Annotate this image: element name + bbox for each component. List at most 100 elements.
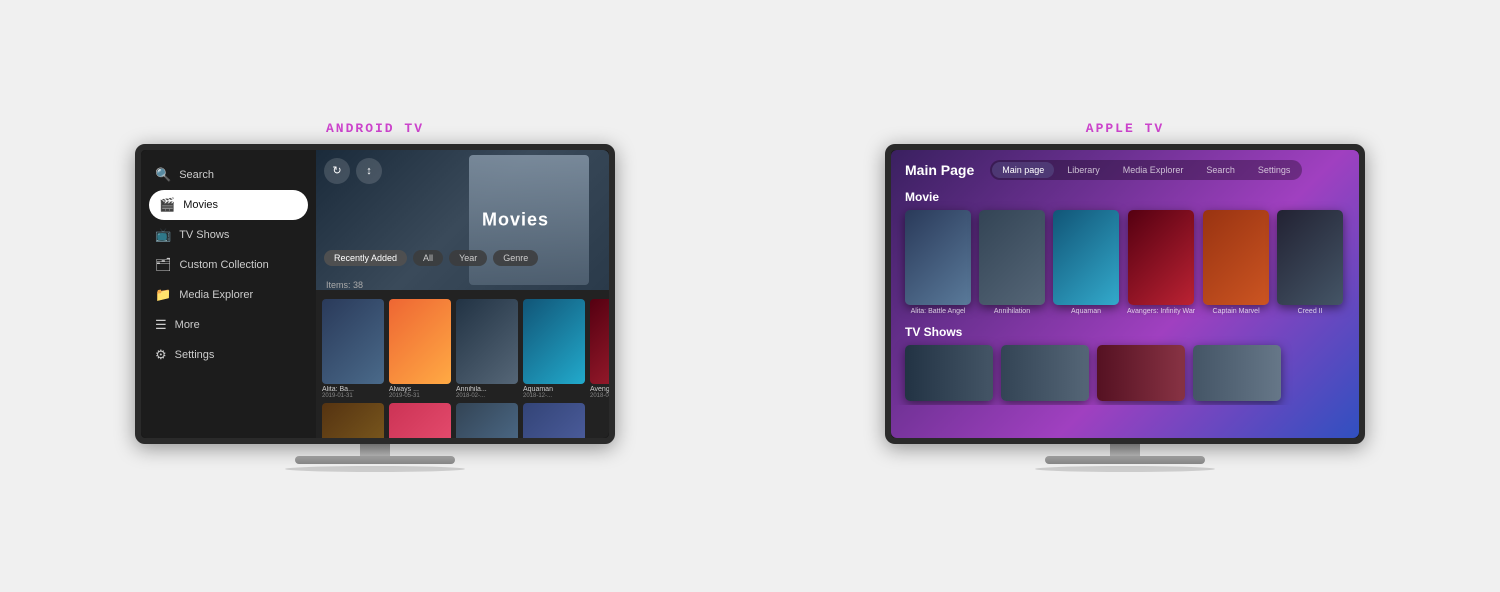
filter-all[interactable]: All — [413, 250, 443, 266]
ap-poster-avengers — [1128, 210, 1194, 305]
poster-alita — [322, 299, 384, 384]
sidebar-search-label: Search — [179, 169, 214, 181]
tv-base-apple — [1045, 456, 1205, 464]
poster-avengers — [590, 299, 609, 384]
movie-card-always[interactable]: Always ... 2019-05-31 — [389, 299, 451, 399]
movie-card-dumbo[interactable]: Dumbo — [523, 403, 585, 438]
ap-tvshow-2[interactable] — [1001, 345, 1089, 401]
android-screen: 🔍 Search 🎬 Movies 📺 TV Shows 🗂 Custom Co… — [141, 150, 609, 438]
ap-poster-aquaman — [1053, 210, 1119, 305]
android-hero: ↻ ↕ Movies Recently Added All Year Genre — [316, 150, 609, 290]
poster-a2 — [456, 403, 518, 438]
card-title-always: Always ... — [389, 386, 451, 393]
sidebar-movies-label: Movies — [183, 199, 218, 211]
nav-library[interactable]: Liberary — [1057, 162, 1110, 178]
android-filters: Recently Added All Year Genre — [324, 250, 538, 266]
android-sidebar: 🔍 Search 🎬 Movies 📺 TV Shows 🗂 Custom Co… — [141, 150, 316, 438]
sidebar-item-tvshows[interactable]: 📺 TV Shows — [141, 220, 316, 250]
sidebar-item-more[interactable]: ☰ More — [141, 310, 316, 340]
card-title-avengers: Avenger... — [590, 386, 609, 393]
nav-settings[interactable]: Settings — [1248, 162, 1301, 178]
apple-movie-aquaman[interactable]: Aquaman — [1053, 210, 1119, 315]
apple-tv-section: APPLE TV Main Page Main page Liberary Me… — [885, 121, 1365, 472]
refresh-button[interactable]: ↻ — [324, 158, 350, 184]
apple-movie-annihil[interactable]: Annihilation — [979, 210, 1045, 315]
movie-card-candy[interactable]: Candy — [389, 403, 451, 438]
movies-icon: 🎬 — [159, 197, 175, 213]
nav-main-page[interactable]: Main page — [992, 162, 1054, 178]
card-title-alita: Alita: Ba... — [322, 386, 384, 393]
poster-dumbo — [523, 403, 585, 438]
tv-base — [295, 456, 455, 464]
settings-icon: ⚙ — [155, 347, 167, 363]
sidebar-item-settings[interactable]: ⚙ Settings — [141, 340, 316, 370]
sidebar-more-label: More — [175, 319, 200, 331]
explorer-icon: 📁 — [155, 287, 171, 303]
apple-tvshows-row — [905, 345, 1345, 401]
ap-poster-creed — [1277, 210, 1343, 305]
ap-name-captain: Captain Marvel — [1213, 308, 1260, 315]
sidebar-explorer-label: Media Explorer — [179, 289, 253, 301]
hero-icons: ↻ ↕ — [324, 158, 382, 184]
sort-button[interactable]: ↕ — [356, 158, 382, 184]
android-tv-section: ANDROID TV 🔍 Search 🎬 Movies 📺 TV Shows — [135, 121, 615, 472]
sidebar-tvshows-label: TV Shows — [179, 229, 229, 241]
card-date-annihil: 2018-02-... — [456, 393, 518, 399]
apple-movie-avengers[interactable]: Avangers: Infinity War — [1127, 210, 1195, 315]
movie-card-aquaman[interactable]: Aquaman 2018-12-... — [523, 299, 585, 399]
ap-name-alita: Alita: Battle Angel — [911, 308, 966, 315]
sidebar-settings-label: Settings — [175, 349, 215, 361]
ap-poster-alita — [905, 210, 971, 305]
ap-name-aquaman: Aquaman — [1071, 308, 1101, 315]
apple-movie-creed[interactable]: Creed II — [1277, 210, 1343, 315]
tv-neck-apple — [1110, 444, 1140, 456]
sidebar-item-search[interactable]: 🔍 Search — [141, 160, 316, 190]
sidebar-item-movies[interactable]: 🎬 Movies — [149, 190, 308, 220]
ap-poster-annihil — [979, 210, 1045, 305]
search-icon: 🔍 — [155, 167, 171, 183]
apple-movie-alita[interactable]: Alita: Battle Angel — [905, 210, 971, 315]
filter-recently-added[interactable]: Recently Added — [324, 250, 407, 266]
ap-tvshow-3[interactable] — [1097, 345, 1185, 401]
movie-card-avengers[interactable]: Avenger... 2018-04-... — [590, 299, 609, 399]
items-count: Items: 38 — [326, 280, 363, 290]
grid-row-2: Candy Dumbo — [322, 403, 603, 438]
sidebar-item-explorer[interactable]: 📁 Media Explorer — [141, 280, 316, 310]
custom-icon: 🗂 — [155, 257, 172, 273]
ap-tvshow-4[interactable] — [1193, 345, 1281, 401]
tv-neck — [360, 444, 390, 456]
apple-movie-captain[interactable]: Captain Marvel — [1203, 210, 1269, 315]
apple-tv-stand — [1035, 444, 1215, 472]
android-tv-label: ANDROID TV — [326, 121, 424, 136]
poster-always — [389, 299, 451, 384]
movie-card-annihil[interactable]: Annihila... 2018-02-... — [456, 299, 518, 399]
apple-header: Main Page Main page Liberary Media Explo… — [891, 150, 1359, 186]
hero-title: Movies — [482, 209, 549, 230]
nav-media-explorer[interactable]: Media Explorer — [1113, 162, 1194, 178]
card-date-aquaman: 2018-12-... — [523, 393, 585, 399]
poster-r1 — [322, 403, 384, 438]
android-tv-stand — [285, 444, 465, 472]
poster-candy — [389, 403, 451, 438]
poster-aquaman — [523, 299, 585, 384]
filter-year[interactable]: Year — [449, 250, 487, 266]
nav-search[interactable]: Search — [1196, 162, 1245, 178]
filter-genre[interactable]: Genre — [493, 250, 538, 266]
apple-page-title: Main Page — [905, 162, 974, 178]
apple-tv-title: TV Shows — [905, 325, 1345, 339]
tv-shadow-apple — [1035, 466, 1215, 472]
ap-tvshow-1[interactable] — [905, 345, 993, 401]
card-date-avengers: 2018-04-... — [590, 393, 609, 399]
poster-annihil — [456, 299, 518, 384]
apple-tv-label: APPLE TV — [1086, 121, 1164, 136]
sidebar-custom-label: Custom Collection — [180, 259, 269, 271]
card-title-aquaman: Aquaman — [523, 386, 585, 393]
card-date-always: 2019-05-31 — [389, 393, 451, 399]
movie-card-a2[interactable] — [456, 403, 518, 438]
sidebar-item-custom[interactable]: 🗂 Custom Collection — [141, 250, 316, 280]
apple-movie-title: Movie — [905, 190, 1345, 204]
movie-card-r1[interactable] — [322, 403, 384, 438]
apple-tv-frame: Main Page Main page Liberary Media Explo… — [885, 144, 1365, 444]
apple-movies-row: Alita: Battle Angel Annihilation Aquaman… — [905, 210, 1345, 315]
movie-card-alita[interactable]: Alita: Ba... 2019-01-31 — [322, 299, 384, 399]
